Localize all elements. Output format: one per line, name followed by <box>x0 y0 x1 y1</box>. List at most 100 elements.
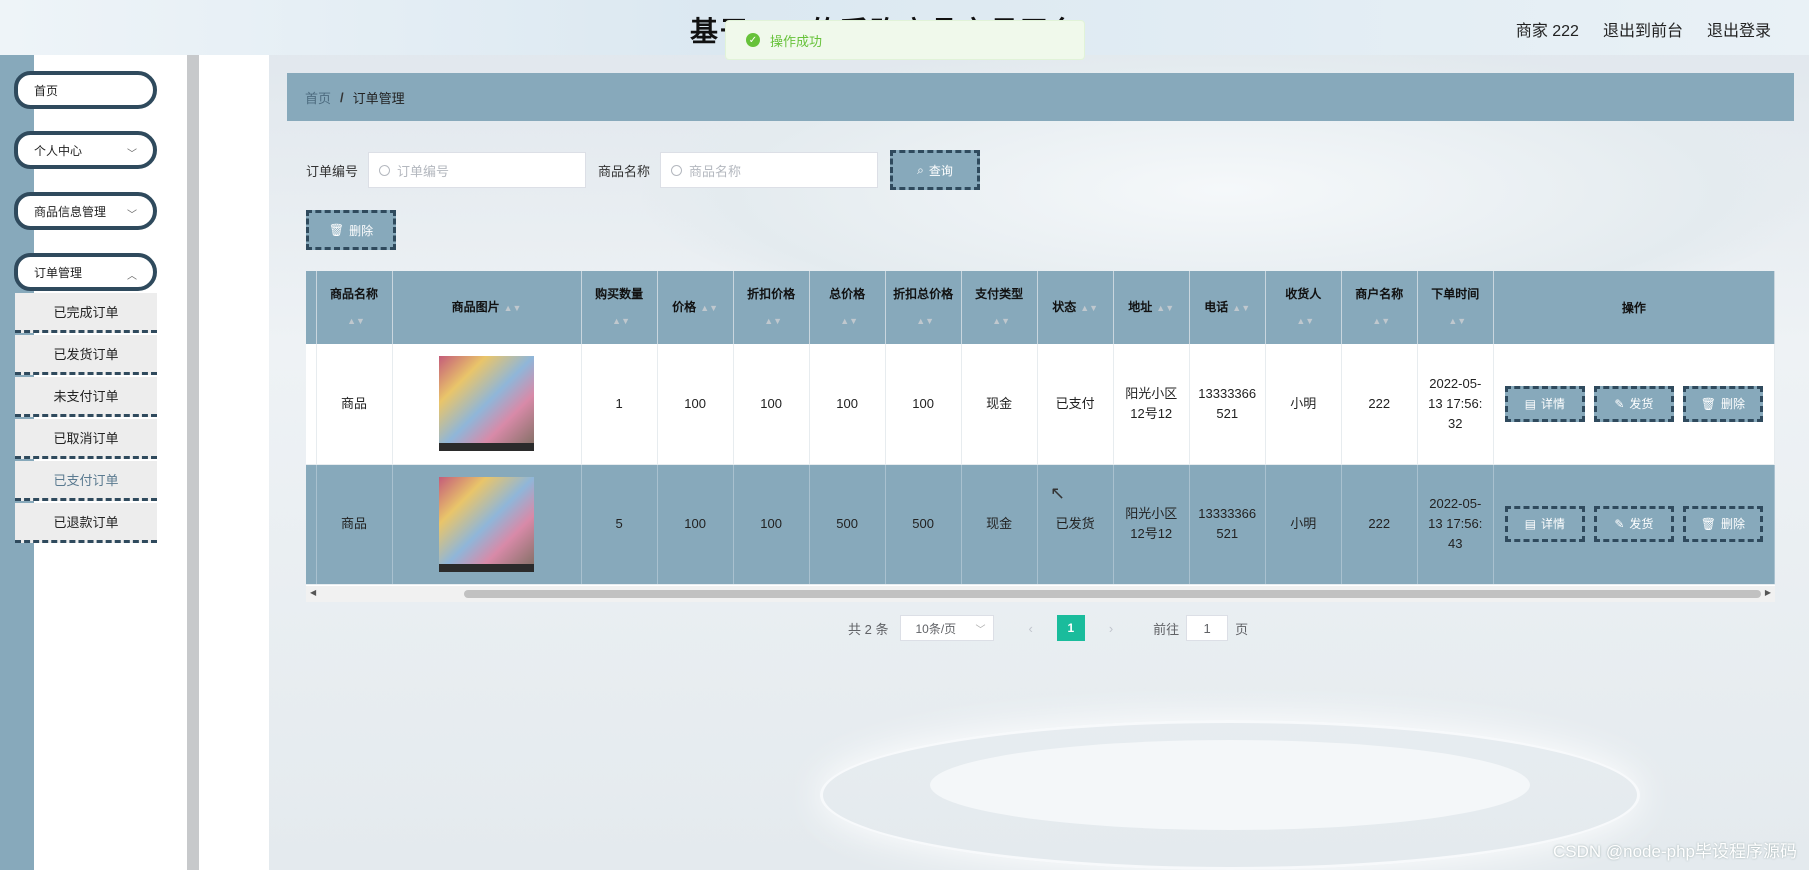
product-name-label: 商品名称 <box>598 163 651 179</box>
query-button[interactable]: ⌕ 查询 <box>890 150 981 190</box>
sidebar-item-orders[interactable]: 订单管理 ︿ <box>14 253 157 291</box>
document-icon: ▤ <box>1524 396 1537 411</box>
col-header[interactable]: 总价格 ▲▼ <box>809 271 886 344</box>
order-no-label: 订单编号 <box>306 163 359 179</box>
trash-icon: 🗑 <box>1700 396 1716 411</box>
cell-time: 2022-05-13 17:56:32 <box>1417 344 1494 465</box>
sidebar-sub-refunded[interactable]: 已退款订单 <box>15 503 157 543</box>
table-header-row: 商品名称 ▲▼ 商品图片 ▲▼ 购买数量 ▲▼ 价格 ▲▼ 折扣价格 ▲▼ 总价格 ▲▼ 折… <box>306 271 1775 344</box>
search-icon <box>671 164 683 176</box>
cell-status: 已支付 <box>1037 344 1114 465</box>
sidebar-item-label: 个人中心 <box>34 143 83 158</box>
cell-merchant: 222 <box>1341 464 1418 585</box>
prev-page-icon[interactable]: ‹ <box>1028 621 1032 636</box>
scroll-left-icon[interactable]: ◀ <box>310 588 316 597</box>
product-name-placeholder: 商品名称 <box>689 163 742 179</box>
order-no-input[interactable]: 订单编号 <box>368 152 587 188</box>
row-actions: ▤ 详情 ✎ 发货 🗑 删除 <box>1494 385 1774 422</box>
batch-delete-button[interactable]: 🗑 删除 <box>306 210 396 250</box>
sort-icon: ▲▼ <box>612 316 630 326</box>
scrollbar-thumb[interactable] <box>464 590 1761 598</box>
sidebar-sub-shipped[interactable]: 已发货订单 <box>15 335 157 375</box>
col-header[interactable]: 地址 ▲▼ <box>1113 271 1190 344</box>
col-header[interactable]: 商品名称 ▲▼ <box>316 271 393 344</box>
cell-disc-price: 100 <box>733 344 810 465</box>
sidebar-item-products[interactable]: 商品信息管理 ﹀ <box>14 192 157 230</box>
back-to-front-link[interactable]: 退出到前台 <box>1603 17 1683 41</box>
product-name-input[interactable]: 商品名称 <box>660 152 879 188</box>
page-number[interactable]: 1 <box>1056 615 1085 641</box>
current-user[interactable]: 商家 222 <box>1516 17 1579 41</box>
success-toast: ✓ 操作成功 <box>725 20 1085 60</box>
cell-qty: 5 <box>581 464 658 585</box>
cell-merchant: 222 <box>1341 344 1418 465</box>
col-header[interactable]: 商户名称 ▲▼ <box>1341 271 1418 344</box>
sidebar-sub-cancelled[interactable]: 已取消订单 <box>15 419 157 459</box>
sidebar-item-label: 首页 <box>34 83 59 98</box>
scroll-right-icon[interactable]: ▶ <box>1765 588 1771 597</box>
breadcrumb-home[interactable]: 首页 <box>305 88 331 107</box>
breadcrumb-separator: / <box>340 89 344 105</box>
trash-icon: 🗑 <box>328 223 345 237</box>
col-header[interactable]: 价格 ▲▼ <box>657 271 734 344</box>
delete-button[interactable]: 🗑 删除 <box>1682 385 1763 422</box>
ship-button[interactable]: ✎ 发货 <box>1593 506 1674 542</box>
sidebar-item-home[interactable]: 首页 <box>14 71 157 109</box>
watermark: CSDN @node-php毕设程序源码 <box>1553 842 1797 861</box>
page-size-select[interactable]: 10条/页 ﹀ <box>900 615 995 641</box>
sidebar-divider <box>187 55 199 870</box>
cell-pay: 现金 <box>961 464 1038 585</box>
orders-table: 商品名称 ▲▼ 商品图片 ▲▼ 购买数量 ▲▼ 价格 ▲▼ 折扣价格 ▲▼ 总价格 ▲▼ 折… <box>306 271 1775 602</box>
goto-page-input[interactable]: 1 <box>1186 615 1229 641</box>
order-no-placeholder: 订单编号 <box>397 163 450 179</box>
cell-total: 100 <box>809 344 886 465</box>
product-image[interactable] <box>439 356 535 452</box>
sidebar-sub-paid[interactable]: 已支付订单 <box>15 461 157 501</box>
sidebar-sub-completed[interactable]: 已完成订单 <box>15 293 157 333</box>
query-button-label: 查询 <box>928 163 953 178</box>
goto-label: 前往 <box>1153 621 1180 637</box>
horizontal-scrollbar[interactable]: ◀ ▶ <box>306 586 1775 602</box>
cell-receiver: 小明 <box>1265 344 1342 465</box>
sort-icon: ▲▼ <box>1232 303 1251 313</box>
sidebar-gap <box>199 55 269 870</box>
product-image[interactable] <box>439 476 535 572</box>
col-header[interactable]: 支付类型 ▲▼ <box>961 271 1038 344</box>
selection-column-header <box>306 271 317 344</box>
sort-icon: ▲▼ <box>992 316 1011 326</box>
cell-name: 商品 <box>316 464 393 585</box>
sidebar-item-label: 订单管理 <box>34 265 83 280</box>
next-page-icon[interactable]: › <box>1109 621 1113 636</box>
row-actions: ▤ 详情 ✎ 发货 🗑 删除 <box>1494 506 1774 542</box>
col-header[interactable]: 电话 ▲▼ <box>1189 271 1266 344</box>
col-header[interactable]: 折扣价格 ▲▼ <box>733 271 810 344</box>
col-header[interactable]: 商品图片 ▲▼ <box>392 271 582 344</box>
table-row: 商品 5 100 100 500 500 现金 已发货 阳光小区12号12 13… <box>306 464 1775 585</box>
sidebar-item-label: 商品信息管理 <box>34 204 107 219</box>
col-header[interactable]: 状态 ▲▼ <box>1037 271 1114 344</box>
col-header[interactable]: 折扣总价格▲▼ <box>885 271 962 344</box>
ship-button[interactable]: ✎ 发货 <box>1593 385 1674 422</box>
mouse-cursor-icon: ↖ <box>1050 483 1066 503</box>
cell-price: 100 <box>657 464 734 585</box>
logout-link[interactable]: 退出登录 <box>1707 17 1771 41</box>
detail-button[interactable]: ▤ 详情 <box>1504 385 1585 422</box>
detail-button[interactable]: ▤ 详情 <box>1504 506 1585 542</box>
col-header: 操作 <box>1493 271 1775 344</box>
sidebar-item-profile[interactable]: 个人中心 ﹀ <box>14 131 157 169</box>
breadcrumb: 首页 / 订单管理 <box>287 73 1794 121</box>
sort-icon: ▲▼ <box>1372 316 1391 326</box>
sidebar-sub-unpaid[interactable]: 未支付订单 <box>15 377 157 417</box>
total-count: 共 2 条 <box>848 621 889 637</box>
edit-icon: ✎ <box>1614 396 1625 411</box>
cell-disc-total: 500 <box>885 464 962 585</box>
col-header[interactable]: 收货人 ▲▼ <box>1265 271 1342 344</box>
cell-receiver: 小明 <box>1265 464 1342 585</box>
user-links: 商家 222 退出到前台 退出登录 <box>1516 17 1771 41</box>
delete-button[interactable]: 🗑 删除 <box>1682 506 1763 542</box>
col-header[interactable]: 下单时间 ▲▼ <box>1417 271 1494 344</box>
batch-delete-label: 删除 <box>349 223 374 238</box>
check-circle-icon: ✓ <box>746 33 760 47</box>
col-header[interactable]: 购买数量 ▲▼ <box>581 271 658 344</box>
search-icon: ⌕ <box>917 162 924 177</box>
